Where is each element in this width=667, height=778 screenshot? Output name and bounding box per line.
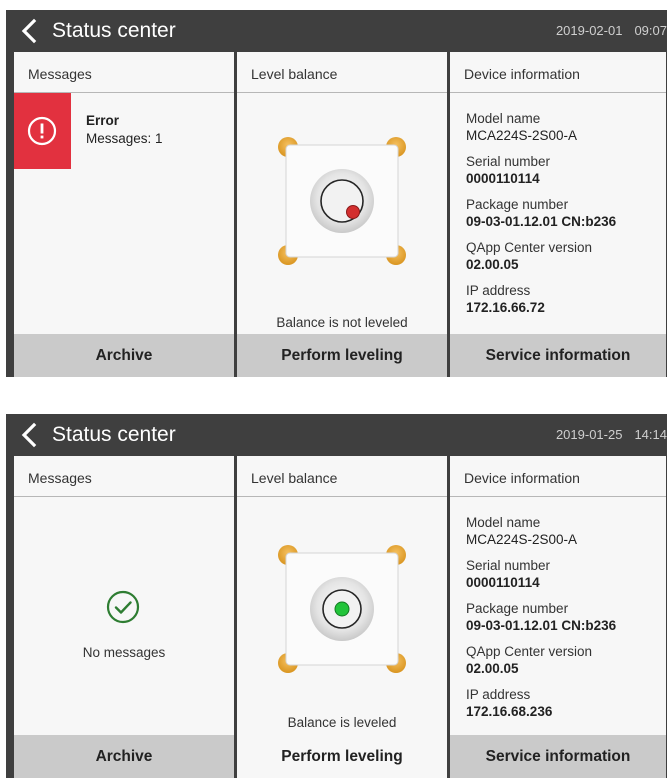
app-version-label: QApp Center version	[466, 240, 593, 255]
error-message-count: Messages: 1	[86, 131, 163, 146]
device-information-header: Device information	[450, 52, 666, 93]
device-info-list: Model name MCA224S-2S00-A Serial number …	[466, 515, 662, 730]
messages-header: Messages	[14, 52, 234, 93]
chevron-left-icon	[21, 18, 37, 44]
chevron-left-icon	[21, 422, 37, 448]
package-number-value: 09-03-01.12.01 CN:b236	[466, 214, 617, 229]
package-number-label: Package number	[466, 601, 569, 616]
serial-number-value: 0000110114	[466, 171, 540, 186]
level-balance-header: Level balance	[237, 456, 447, 497]
archive-button[interactable]: Archive	[14, 735, 234, 778]
status-center-screen-error: Status center 2019-02-01 09:07 Messages E…	[6, 10, 667, 377]
service-information-button[interactable]: Service information	[450, 334, 666, 377]
serial-number-value: 0000110114	[466, 575, 540, 590]
device-info-item: IP address 172.16.68.236	[466, 687, 662, 720]
time-label: 09:07	[634, 23, 667, 38]
title-bar: Status center 2019-01-25 14:14	[6, 414, 667, 456]
package-number-value: 09-03-01.12.01 CN:b236	[466, 618, 617, 633]
ip-address-value: 172.16.68.236	[466, 704, 553, 719]
date-time: 2019-02-01 09:07	[556, 23, 667, 38]
device-info-item: QApp Center version 02.00.05	[466, 240, 662, 273]
serial-number-label: Serial number	[466, 558, 551, 573]
level-balance-panel: Level balance	[237, 456, 447, 778]
messages-panel: Messages No messages Archive	[14, 456, 234, 778]
perform-leveling-button[interactable]: Perform leveling	[237, 735, 447, 778]
error-title: Error	[86, 113, 120, 128]
date-label: 2019-02-01	[555, 23, 623, 38]
archive-button[interactable]: Archive	[14, 334, 234, 377]
page-title: Status center	[52, 423, 176, 446]
page-title: Status center	[52, 19, 176, 42]
device-info-item: Package number 09-03-01.12.01 CN:b236	[466, 601, 662, 634]
level-indicator	[278, 545, 406, 673]
back-button[interactable]	[16, 421, 44, 449]
serial-number-label: Serial number	[466, 154, 551, 169]
time-label: 14:14	[634, 427, 667, 442]
level-status-text: Balance is not leveled	[276, 315, 408, 330]
level-balance-header: Level balance	[237, 52, 447, 93]
device-info-item: Serial number 0000110114	[466, 154, 662, 187]
date-label: 2019-01-25	[555, 427, 623, 442]
level-bubble-icon	[278, 137, 406, 265]
messages-panel: Messages Error Messages: 1 Archive	[14, 52, 234, 377]
app-version-value: 02.00.05	[466, 661, 519, 676]
ip-address-label: IP address	[466, 283, 531, 298]
messages-header: Messages	[14, 456, 234, 497]
level-bubble-icon	[278, 545, 406, 673]
check-circle-icon	[106, 590, 140, 624]
ip-address-label: IP address	[466, 687, 531, 702]
status-center-screen-ok: Status center 2019-01-25 14:14 Messages N…	[6, 414, 667, 778]
model-name-value: MCA224S-2S00-A	[466, 128, 578, 143]
device-info-list: Model name MCA224S-2S00-A Serial number …	[466, 111, 662, 326]
level-balance-panel: Level balance	[237, 52, 447, 377]
level-status-text: Balance is leveled	[287, 715, 397, 730]
model-name-value: MCA224S-2S00-A	[466, 532, 578, 547]
back-button[interactable]	[16, 17, 44, 45]
device-info-item: IP address 172.16.66.72	[466, 283, 662, 316]
device-info-item: Serial number 0000110114	[466, 558, 662, 591]
no-messages-text: No messages	[82, 645, 166, 660]
device-info-item: Model name MCA224S-2S00-A	[466, 515, 662, 548]
model-name-label: Model name	[466, 111, 541, 126]
date-time: 2019-01-25 14:14	[556, 427, 667, 442]
error-status-tile[interactable]	[14, 93, 71, 169]
device-info-item: Package number 09-03-01.12.01 CN:b236	[466, 197, 662, 230]
app-version-label: QApp Center version	[466, 644, 593, 659]
level-indicator	[278, 137, 406, 265]
app-version-value: 02.00.05	[466, 257, 519, 272]
title-bar: Status center 2019-02-01 09:07	[6, 10, 667, 52]
device-info-item: Model name MCA224S-2S00-A	[466, 111, 662, 144]
device-information-header: Device information	[450, 456, 666, 497]
device-information-panel: Device information Model name MCA224S-2S…	[450, 52, 666, 377]
model-name-label: Model name	[466, 515, 541, 530]
package-number-label: Package number	[466, 197, 569, 212]
device-information-panel: Device information Model name MCA224S-2S…	[450, 456, 666, 778]
device-info-item: QApp Center version 02.00.05	[466, 644, 662, 677]
service-information-button[interactable]: Service information	[450, 735, 666, 778]
exclamation-circle-icon	[27, 116, 57, 146]
ip-address-value: 172.16.66.72	[466, 300, 545, 315]
perform-leveling-button[interactable]: Perform leveling	[237, 334, 447, 377]
